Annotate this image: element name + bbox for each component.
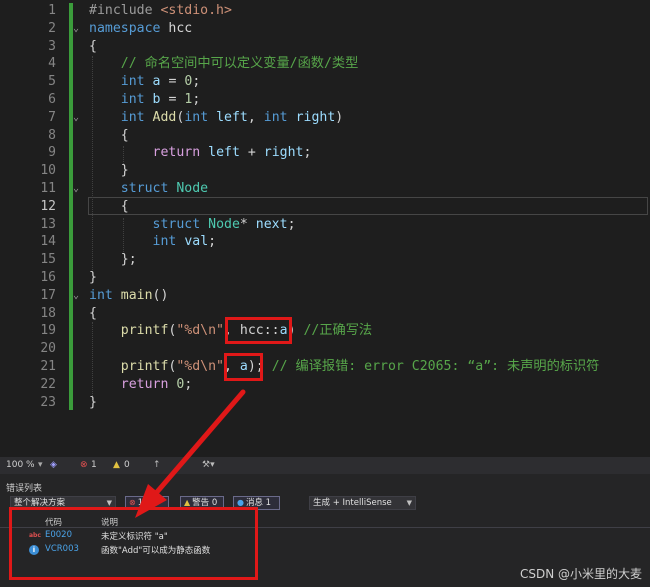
code-text[interactable]: return 0; [89,376,193,394]
annotation-box-error [224,353,263,381]
line-number: 19 [40,323,56,339]
code-text[interactable]: printf("%d\n", a); // 编译报错: error C2065:… [89,358,600,376]
code-line[interactable]: 7 ⌄ int Add(int left, int right) [0,109,650,127]
code-text[interactable]: } [89,394,97,412]
line-number: 8 [48,127,56,143]
code-text[interactable]: return left + right; [89,144,312,162]
annotation-box-correct [225,317,292,344]
line-number: 3 [48,38,56,54]
warning-count[interactable]: 0 [124,460,130,470]
line-number: 16 [40,270,56,285]
warning-icon: ▲ [184,498,191,507]
line-number: 1 [48,3,56,18]
editor-status-strip: 100 % ▾ ◈ ⊗ 1 ▲ 0 ↑ ⚒▾ [0,457,650,474]
code-line[interactable]: 6 int b = 1; [0,91,650,109]
up-arrow-icon[interactable]: ↑ [153,460,161,470]
code-text[interactable]: namespace hcc [89,20,192,38]
code-text[interactable]: int a = 0; [89,73,201,91]
code-line[interactable]: 1 #include <stdio.h> [0,2,650,20]
code-text[interactable]: struct Node [89,180,208,198]
code-line[interactable]: 10 } [0,162,650,180]
code-line[interactable]: 22 return 0; [0,376,650,394]
line-number: 13 [40,216,56,232]
code-text[interactable]: { [89,38,97,56]
fold-chevron-icon[interactable]: ⌄ [73,109,83,127]
error-icon: ⊗ [129,498,136,507]
line-number: 2 [48,20,56,36]
code-line[interactable]: 23} [0,394,650,412]
code-line[interactable]: 5 int a = 0; [0,73,650,91]
code-text[interactable]: // 命名空间中可以定义变量/函数/类型 [89,55,359,73]
info-icon: ● [237,498,244,507]
build-source-dropdown[interactable]: 生成 + IntelliSense ▼ [309,496,416,510]
warning-count-icon[interactable]: ▲ [113,460,120,470]
build-source-label: 生成 + IntelliSense [313,498,392,508]
code-text[interactable]: } [89,162,129,180]
error-count-icon[interactable]: ⊗ [80,460,88,470]
line-number: 17 [40,287,56,303]
code-text[interactable]: int Add(int left, int right) [89,109,343,127]
line-number: 11 [40,181,56,196]
code-text[interactable]: int main() [89,287,168,305]
code-line[interactable]: 17 ⌄ int main() [0,287,650,305]
panel-title: 错误列表 [6,484,43,494]
line-number: 23 [40,394,56,410]
code-line[interactable]: 13 struct Node* next; [0,216,650,234]
line-number: 20 [40,341,56,357]
line-number: 9 [48,145,56,161]
line-number: 7 [48,109,56,125]
code-text[interactable]: int b = 1; [89,91,201,109]
fold-chevron-icon[interactable]: ⌄ [73,287,83,305]
cleanup-icon[interactable]: ⚒▾ [202,460,215,470]
line-number: 10 [40,163,56,179]
code-line[interactable]: 8 { [0,127,650,145]
fold-chevron-icon[interactable]: ⌄ [73,20,83,38]
code-line[interactable]: 21 printf("%d\n", a); // 编译报错: error C20… [0,358,650,376]
code-line[interactable]: 12 { [0,198,650,216]
annotation-box-error-list [9,507,258,580]
chevron-down-icon: ▼ [406,499,412,507]
code-line[interactable]: 4 // 命名空间中可以定义变量/函数/类型 [0,55,650,73]
code-line[interactable]: 9 return left + right; [0,144,650,162]
code-line[interactable]: 16} [0,269,650,287]
code-text[interactable]: int val; [89,233,217,251]
code-line[interactable]: 14 int val; [0,233,650,251]
code-editor[interactable]: 1 #include <stdio.h> 2 ⌄ namespace hcc 3{4 //… [0,0,650,457]
line-number: 15 [40,252,56,268]
zoom-level[interactable]: 100 % [6,460,35,470]
code-line[interactable]: 19 printf("%d\n", hcc::a) //正确写法 [0,322,650,340]
code-line[interactable]: 15 }; [0,251,650,269]
code-line[interactable]: 3{ [0,38,650,56]
code-text[interactable]: } [89,269,97,287]
code-line[interactable]: 11 ⌄ struct Node [0,180,650,198]
error-count[interactable]: 1 [91,460,97,470]
brush-icon[interactable]: ◈ [50,460,57,470]
line-number: 18 [40,305,56,321]
code-text[interactable]: { [89,127,129,145]
line-number: 12 [40,198,56,214]
code-text[interactable]: #include <stdio.h> [89,2,232,20]
code-line[interactable]: 20 [0,340,650,358]
code-line[interactable]: 2 ⌄ namespace hcc [0,20,650,38]
line-number: 6 [48,92,56,107]
zoom-dropdown-icon[interactable]: ▾ [38,460,43,470]
fold-chevron-icon[interactable]: ⌄ [73,180,83,198]
code-text[interactable]: struct Node* next; [89,216,296,234]
code-line[interactable]: 18 { [0,305,650,323]
code-text[interactable]: { [89,198,129,216]
line-number: 4 [48,56,56,72]
watermark: CSDN @小米里的大麦 [519,567,642,581]
line-number: 14 [40,234,56,250]
code-text[interactable]: }; [89,251,137,269]
code-text[interactable]: { [89,305,97,323]
line-number: 21 [40,359,56,374]
line-number: 22 [40,376,56,392]
line-number: 5 [48,74,56,90]
